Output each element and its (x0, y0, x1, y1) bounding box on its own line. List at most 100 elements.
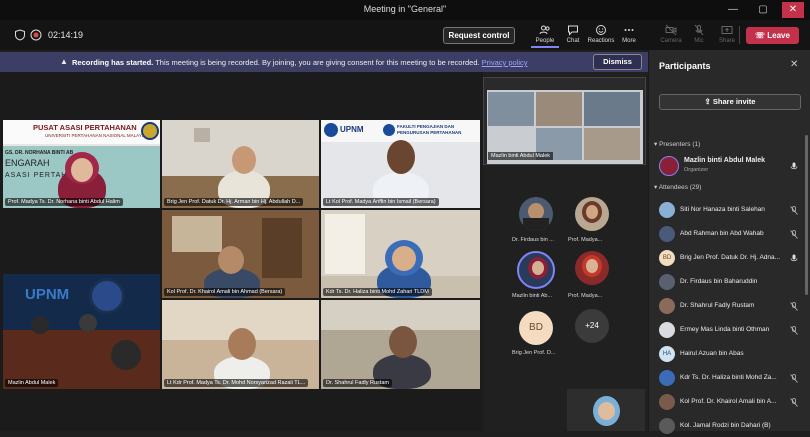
reactions-label: Reactions (587, 38, 615, 44)
video-tile[interactable]: PUSAT ASASI PERTAHANAN UNIVERSITI PERTAH… (3, 120, 160, 208)
attendee-name: Dr. Firdaus bin Baharuddin (680, 278, 758, 285)
recording-icon (30, 29, 42, 41)
attendee-row[interactable]: Dr. Shahrul Fadly Rustam (659, 295, 799, 317)
person (111, 340, 141, 370)
share-tray-icon (721, 26, 733, 34)
banner-message: This meeting is being recorded. By joini… (153, 58, 482, 67)
dismiss-button[interactable]: Dismiss (593, 54, 642, 70)
video-tile[interactable]: UPNM Mazlin Abdul Malek (3, 274, 160, 389)
face (218, 246, 244, 274)
phone-hangup-icon: ☏ (755, 31, 768, 40)
video-tile[interactable]: Kdr Ts. Dr. Haliza binti Mohd Zahari TLD… (321, 210, 480, 298)
leave-label: Leave (767, 31, 790, 40)
minimize-button[interactable]: — (722, 2, 744, 18)
attendee-row[interactable]: HA Hairul Azuan bin Abas (659, 343, 799, 365)
participant-avatar[interactable] (575, 251, 609, 285)
mic-off-icon (790, 206, 798, 215)
leave-button[interactable]: ☏ Leave (746, 27, 799, 44)
presenter-name: Mazlin binti Abdul Malek (684, 157, 766, 164)
share-invite-button[interactable]: ⇪ Share invite (659, 94, 801, 110)
attendees-section[interactable]: ▾ Attendees (29) (654, 183, 701, 191)
video-tile[interactable]: UPNM FAKULTI PENGAJIAN DAN PENGURUSAN PE… (321, 120, 480, 208)
attendee-name: Brig Jen Prof. Datuk Dr. Hj. Adna... (680, 254, 781, 261)
face (392, 246, 416, 271)
request-control-button[interactable]: Request control (443, 27, 515, 44)
participant-name: Prof. Madya Ts. Dr. Norhana binti Abdul … (5, 198, 123, 206)
attendee-name: Kdr Ts. Dr. Haliza binti Mohd Za... (680, 374, 777, 381)
attendee-row[interactable]: Dr. Firdaus bin Baharuddin (659, 271, 799, 293)
close-window-button[interactable]: ✕ (782, 2, 804, 18)
attendee-row[interactable]: Kol Prof. Dr. Khairol Amali bin A... (659, 391, 799, 413)
attendee-name: Kol Prof. Dr. Khairol Amali bin A... (680, 398, 777, 405)
video-tile[interactable]: Dr. Shahrul Fadly Rustam (321, 300, 480, 389)
mini-tile (584, 92, 640, 126)
more-participants-button[interactable]: +24 (575, 309, 609, 343)
attendee-name: Siti Nor Hanaza binti Salehan (680, 206, 765, 213)
attendee-avatar (659, 394, 675, 410)
participant-avatar[interactable] (519, 197, 553, 231)
share-invite-icon: ⇪ (704, 97, 713, 106)
maximize-button[interactable]: ▢ (752, 2, 774, 18)
camera-button[interactable]: Camera (657, 22, 685, 48)
attendee-row[interactable]: BD Brig Jen Prof. Datuk Dr. Hj. Adna... (659, 247, 799, 269)
participant-name: Lt Kol Prof. Madya Ariffin bin Ismail (B… (323, 198, 439, 206)
video-tile[interactable]: Lt Kdr Prof. Madya Ts. Dr. Mohd Norsyari… (162, 300, 319, 389)
mic-off-icon (694, 24, 704, 36)
attendee-row[interactable]: Abd Rahman bin Abd Wahab (659, 223, 799, 245)
banner-title: PUSAT ASASI PERTAHANAN (33, 123, 137, 132)
mic-off-icon (790, 230, 798, 239)
chat-button[interactable]: Chat (559, 22, 587, 48)
participant-name: Kdr Ts. Dr. Haliza binti Mohd Zahari TLD… (323, 288, 432, 296)
person (79, 314, 97, 332)
person (31, 316, 49, 334)
attendee-row[interactable]: Kdr Ts. Dr. Haliza binti Mohd Za... (659, 367, 799, 389)
more-label: More (622, 38, 636, 44)
video-tile[interactable]: Kol Prof. Dr. Khairol Amali bin Ahmad (B… (162, 210, 319, 298)
crest-icon (141, 122, 159, 140)
attendee-name: Dr. Shahrul Fadly Rustam (680, 302, 755, 309)
presenters-section[interactable]: ▾ Presenters (1) (654, 140, 700, 148)
share-invite-label: Share invite (712, 97, 756, 106)
attendee-avatar (659, 418, 675, 434)
participant-initials-avatar[interactable]: BD (519, 311, 553, 345)
privacy-policy-link[interactable]: Privacy policy (482, 58, 528, 67)
participant-name: Mazlin Abdul Malek (5, 379, 59, 387)
face (228, 328, 256, 360)
people-button[interactable]: People (531, 22, 559, 48)
chat-icon (568, 25, 578, 36)
attendee-row[interactable]: Ermey Mas Linda binti Othman (659, 319, 799, 341)
camera-off-icon (665, 24, 677, 36)
banner-subtitle: UNIVERSITI PERTAHANAN NASIONAL MALAYSIA (45, 133, 150, 138)
self-view[interactable] (567, 389, 645, 431)
attendee-name: Ermey Mas Linda binti Othman (680, 326, 770, 333)
participant-avatar[interactable] (575, 197, 609, 231)
participant-label: Brig Jen Prof. D... (512, 350, 556, 356)
wall-panel (172, 216, 222, 252)
reactions-button[interactable]: Reactions (587, 22, 615, 48)
participant-label: Mazlin binti Ab... (512, 293, 553, 299)
mic-off-icon (790, 374, 798, 383)
bookshelf (325, 214, 365, 274)
more-button[interactable]: More (615, 22, 643, 48)
participant-avatar-active[interactable] (517, 251, 555, 289)
mic-button[interactable]: Mic (685, 22, 713, 48)
presenter-row[interactable]: Mazlin binti Abdul Malek Organizer (659, 154, 799, 180)
crest-icon (89, 278, 125, 314)
people-icon (539, 25, 550, 35)
shared-screen[interactable]: Mazlin binti Abdul Malek (483, 77, 646, 165)
attendee-row[interactable]: Kol. Jamal Rodzi bin Dahari (B) (659, 415, 799, 437)
share-button[interactable]: Share (713, 22, 741, 48)
more-icon (624, 29, 634, 31)
mic-off-icon (790, 302, 798, 311)
shield-icon[interactable] (14, 29, 26, 41)
face (598, 402, 615, 420)
face (387, 140, 415, 174)
face (532, 261, 544, 275)
body (523, 218, 549, 231)
meeting-timer: 02:14:19 (48, 30, 84, 40)
close-panel-icon[interactable]: ✕ (790, 59, 798, 70)
mic-label: Mic (694, 38, 704, 44)
video-tile[interactable]: Brig Jen Prof. Datuk Dr. Hj. Arman bin H… (162, 120, 319, 208)
attendee-row[interactable]: Siti Nor Hanaza binti Salehan (659, 199, 799, 221)
participants-scrollbar[interactable] (805, 135, 808, 295)
